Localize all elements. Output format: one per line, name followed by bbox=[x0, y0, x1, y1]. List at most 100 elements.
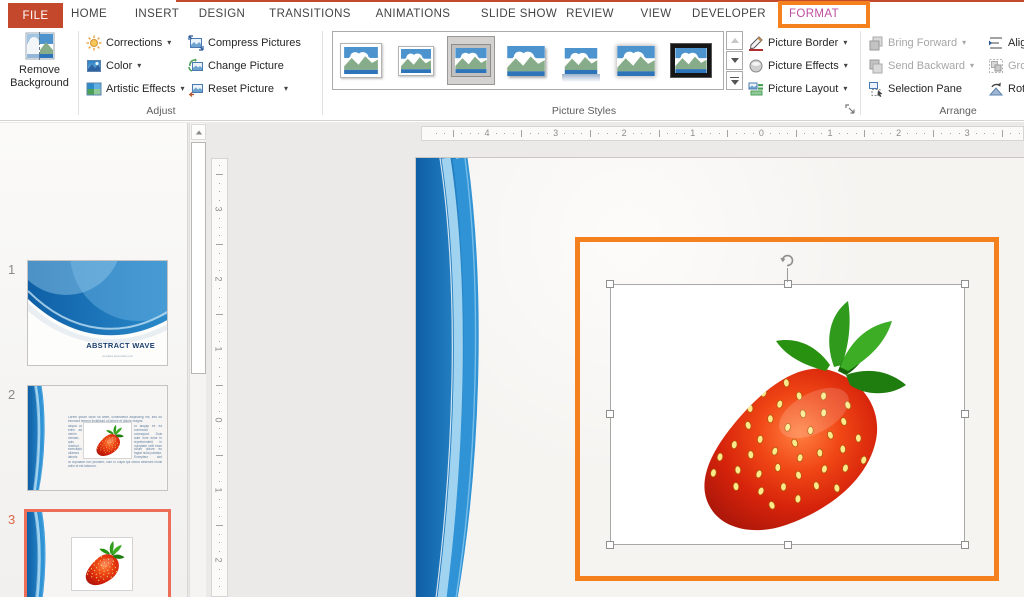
wave-band-art bbox=[27, 512, 47, 597]
tab-developer[interactable]: DEVELOPER bbox=[692, 0, 766, 28]
remove-background-button[interactable]: Remove Background bbox=[4, 30, 75, 104]
remove-background-icon bbox=[24, 30, 56, 62]
ruler-tick bbox=[864, 130, 865, 137]
picture-style-4[interactable] bbox=[502, 36, 550, 85]
reset-picture-icon bbox=[188, 81, 204, 97]
ruler-tick bbox=[1002, 130, 1003, 137]
ruler-tick bbox=[924, 133, 925, 134]
ruler-tick bbox=[976, 133, 977, 134]
picture-style-2[interactable] bbox=[392, 36, 440, 85]
color-button[interactable]: Color▾ bbox=[86, 56, 141, 75]
compress-pictures-button[interactable]: Compress Pictures bbox=[188, 33, 301, 52]
ruler-tick bbox=[573, 133, 574, 134]
ruler-tick bbox=[770, 133, 771, 134]
slide-number: 2 bbox=[8, 387, 24, 402]
ribbon: Remove Background Corrections▾ Color▾ Ar… bbox=[0, 28, 1024, 121]
ruler-tick bbox=[744, 133, 745, 134]
ruler-tick bbox=[598, 133, 599, 134]
ruler-number: 1 bbox=[214, 487, 224, 492]
thumbnail-panel-scrollbar[interactable] bbox=[189, 123, 206, 597]
gallery-scroll-up-button[interactable] bbox=[726, 31, 743, 50]
tab-animations[interactable]: ANIMATIONS bbox=[376, 0, 451, 28]
ruler-tick bbox=[444, 133, 445, 134]
ruler-tick bbox=[564, 133, 565, 134]
picture-border-button[interactable]: Picture Border▾ bbox=[748, 33, 847, 52]
tab-view[interactable]: VIEW bbox=[641, 0, 672, 28]
thumb2-text: ut aliquip ex ea commodo consequat. Duis… bbox=[134, 425, 162, 459]
ruler-tick bbox=[219, 191, 220, 192]
ruler-tick bbox=[216, 174, 223, 175]
ruler-tick bbox=[933, 130, 934, 137]
ruler-number: 2 bbox=[214, 277, 224, 282]
tab-slide-show[interactable]: SLIDE SHOW bbox=[481, 0, 557, 28]
change-picture-button[interactable]: Change Picture bbox=[188, 56, 284, 75]
ruler-tick bbox=[216, 455, 223, 456]
selection-pane-button[interactable]: Selection Pane bbox=[868, 79, 962, 98]
scrollbar-thumb[interactable] bbox=[191, 142, 206, 374]
tab-file[interactable]: FILE bbox=[8, 3, 63, 28]
thumb2-text: at cupidatat non proident, sunt in culpa… bbox=[68, 461, 162, 475]
ruler-number: 2 bbox=[622, 128, 627, 138]
slide-thumbnail-3-selected[interactable] bbox=[24, 509, 171, 597]
ruler-tick bbox=[839, 133, 840, 134]
bring-forward-button[interactable]: Bring Forward▾ bbox=[868, 33, 966, 52]
rotate-button[interactable]: Rotate bbox=[988, 79, 1024, 98]
ruler-tick bbox=[219, 332, 220, 333]
picture-style-3-selected[interactable] bbox=[447, 36, 495, 85]
rotate-icon bbox=[988, 81, 1004, 97]
ruler-tick bbox=[216, 314, 223, 315]
artistic-effects-button[interactable]: Artistic Effects▾ bbox=[86, 79, 185, 98]
ruler-tick bbox=[873, 133, 874, 134]
vertical-ruler: 321012 bbox=[211, 158, 228, 597]
tab-review[interactable]: REVIEW bbox=[566, 0, 614, 28]
send-backward-button[interactable]: Send Backward▾ bbox=[868, 56, 974, 75]
arrange-group-label: Arrange bbox=[939, 105, 976, 117]
picture-styles-gallery[interactable] bbox=[332, 31, 724, 90]
format-tab-highlight-annotation bbox=[778, 1, 870, 28]
ruler-tick bbox=[710, 133, 711, 134]
reset-picture-button[interactable]: Reset Picture▾ bbox=[188, 79, 288, 98]
tab-transitions[interactable]: TRANSITIONS bbox=[269, 0, 351, 28]
ruler-tick bbox=[219, 341, 220, 342]
ruler-tick bbox=[219, 516, 220, 517]
dropdown-caret: ▾ bbox=[137, 61, 141, 70]
corrections-button[interactable]: Corrections▾ bbox=[86, 33, 171, 52]
group-button[interactable]: Group bbox=[988, 56, 1024, 75]
tab-insert[interactable]: INSERT bbox=[135, 0, 179, 28]
picture-style-5[interactable] bbox=[557, 36, 605, 85]
picture-layout-icon bbox=[748, 81, 764, 97]
ruler-tick bbox=[219, 323, 220, 324]
gallery-scroll bbox=[726, 31, 743, 90]
ruler-tick bbox=[907, 133, 908, 134]
gallery-more-button[interactable] bbox=[726, 71, 743, 90]
tab-design[interactable]: DESIGN bbox=[199, 0, 246, 28]
gallery-scroll-down-button[interactable] bbox=[726, 51, 743, 70]
ruler-number: 1 bbox=[690, 128, 695, 138]
picture-layout-button[interactable]: Picture Layout▾ bbox=[748, 79, 847, 98]
tab-home[interactable]: HOME bbox=[71, 0, 107, 28]
dropdown-caret: ▾ bbox=[962, 38, 966, 47]
ruler-tick bbox=[513, 133, 514, 134]
ruler-tick bbox=[219, 183, 220, 184]
align-button[interactable]: Align bbox=[988, 33, 1024, 52]
ruler-tick bbox=[219, 463, 220, 464]
ruler-tick bbox=[219, 472, 220, 473]
picture-style-6[interactable] bbox=[612, 36, 660, 85]
ruler-number: 3 bbox=[965, 128, 970, 138]
picture-style-1[interactable] bbox=[337, 36, 385, 85]
slide-thumbnail-2[interactable]: Lorem ipsum dolor sit amet, consectetur … bbox=[27, 385, 168, 491]
ruler-tick bbox=[219, 227, 220, 228]
dropdown-caret: ▾ bbox=[284, 84, 288, 93]
ruler-number: 0 bbox=[759, 128, 764, 138]
ruler-tick bbox=[219, 376, 220, 377]
ruler-tick bbox=[219, 165, 220, 166]
ruler-number: 1 bbox=[214, 347, 224, 352]
picture-style-7[interactable] bbox=[667, 36, 715, 85]
slide-thumbnail-1[interactable]: ABSTRACT WAVE templates.presentation.com bbox=[27, 260, 168, 366]
ruler-tick bbox=[504, 133, 505, 134]
ruler-tick bbox=[684, 133, 685, 134]
scrollbar-up-button[interactable] bbox=[191, 124, 206, 140]
ruler-tick bbox=[984, 133, 985, 134]
picture-styles-dialog-launcher[interactable] bbox=[845, 104, 857, 116]
picture-effects-button[interactable]: Picture Effects▾ bbox=[748, 56, 848, 75]
